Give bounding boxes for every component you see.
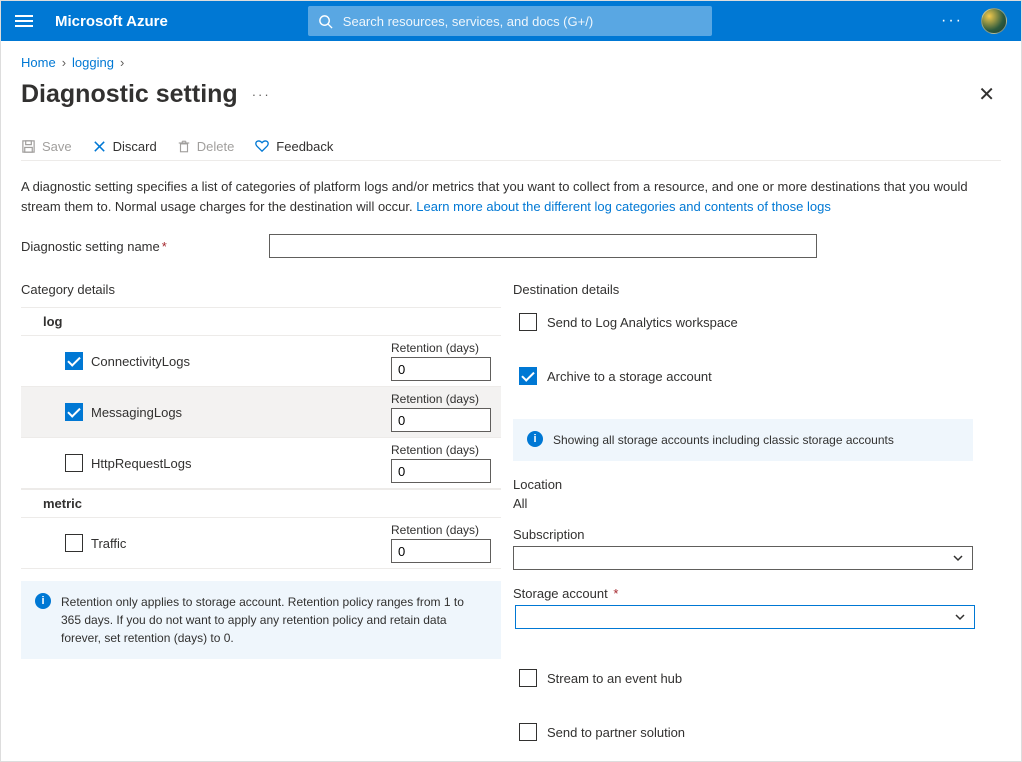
breadcrumb-logging[interactable]: logging xyxy=(72,55,114,70)
checkbox-messaging-logs[interactable] xyxy=(65,403,83,421)
log-row-httprequest: HttpRequestLogs Retention (days) xyxy=(21,438,501,489)
dest-log-analytics-label: Send to Log Analytics workspace xyxy=(547,315,738,330)
search-input[interactable] xyxy=(341,13,712,30)
retention-input-httprequest[interactable] xyxy=(391,459,491,483)
destination-details-heading: Destination details xyxy=(513,282,1001,297)
dest-partner-label: Send to partner solution xyxy=(547,725,685,740)
chevron-right-icon: › xyxy=(62,55,66,70)
checkbox-connectivity-logs[interactable] xyxy=(65,352,83,370)
storage-info-box: i Showing all storage accounts including… xyxy=(513,419,973,461)
checkbox-event-hub[interactable] xyxy=(519,669,537,687)
global-search[interactable] xyxy=(308,6,712,36)
retention-input-traffic[interactable] xyxy=(391,539,491,563)
close-button[interactable]: ✕ xyxy=(972,78,1001,111)
metric-subheading: metric xyxy=(21,489,501,518)
discard-icon xyxy=(92,139,107,154)
metric-row-traffic: Traffic Retention (days) xyxy=(21,518,501,569)
log-row-messaging: MessagingLogs Retention (days) xyxy=(21,387,501,438)
breadcrumb-home[interactable]: Home xyxy=(21,55,56,70)
brand-label: Microsoft Azure xyxy=(55,13,168,30)
log-label: MessagingLogs xyxy=(91,405,182,420)
checkbox-log-analytics[interactable] xyxy=(519,313,537,331)
chevron-down-icon xyxy=(954,611,966,623)
learn-more-link[interactable]: Learn more about the different log categ… xyxy=(416,199,831,214)
checkbox-archive-storage[interactable] xyxy=(519,367,537,385)
info-icon: i xyxy=(35,593,51,609)
delete-button[interactable]: Delete xyxy=(177,139,235,154)
checkbox-traffic-metric[interactable] xyxy=(65,534,83,552)
save-button[interactable]: Save xyxy=(21,139,72,154)
location-value: All xyxy=(513,496,1001,511)
storage-account-label: Storage account * xyxy=(513,586,1001,601)
retention-input-messaging[interactable] xyxy=(391,408,491,432)
description-text: A diagnostic setting specifies a list of… xyxy=(21,177,1001,216)
category-details-heading: Category details xyxy=(21,282,501,297)
checkbox-partner-solution[interactable] xyxy=(519,723,537,741)
retention-label: Retention (days) xyxy=(391,341,501,355)
storage-info-text: Showing all storage accounts including c… xyxy=(553,431,894,449)
nav-menu-button[interactable] xyxy=(15,15,33,27)
setting-name-input[interactable] xyxy=(269,234,817,258)
log-subheading: log xyxy=(21,307,501,336)
page-more-icon[interactable]: ··· xyxy=(252,87,271,102)
breadcrumb: Home › logging › xyxy=(21,55,1001,70)
storage-account-select[interactable] xyxy=(515,605,975,629)
save-icon xyxy=(21,139,36,154)
retention-info-text: Retention only applies to storage accoun… xyxy=(61,593,487,647)
chevron-down-icon xyxy=(952,552,964,564)
info-icon: i xyxy=(527,431,543,447)
subscription-select[interactable] xyxy=(513,546,973,570)
retention-label: Retention (days) xyxy=(391,523,501,537)
dest-storage-label: Archive to a storage account xyxy=(547,369,712,384)
discard-button[interactable]: Discard xyxy=(92,139,157,154)
location-label: Location xyxy=(513,477,1001,492)
dest-eventhub-label: Stream to an event hub xyxy=(547,671,682,686)
checkbox-httprequest-logs[interactable] xyxy=(65,454,83,472)
retention-label: Retention (days) xyxy=(391,443,501,457)
metric-label: Traffic xyxy=(91,536,126,551)
log-row-connectivity: ConnectivityLogs Retention (days) xyxy=(21,336,501,387)
subscription-label: Subscription xyxy=(513,527,1001,542)
setting-name-label: Diagnostic setting name* xyxy=(21,239,269,254)
delete-icon xyxy=(177,139,191,154)
more-commands-icon[interactable]: ··· xyxy=(941,12,963,30)
retention-label: Retention (days) xyxy=(391,392,501,406)
log-label: ConnectivityLogs xyxy=(91,354,190,369)
retention-input-connectivity[interactable] xyxy=(391,357,491,381)
chevron-right-icon: › xyxy=(120,55,124,70)
retention-info-box: i Retention only applies to storage acco… xyxy=(21,581,501,659)
log-label: HttpRequestLogs xyxy=(91,456,191,471)
heart-icon xyxy=(254,139,270,154)
feedback-button[interactable]: Feedback xyxy=(254,139,333,154)
user-avatar[interactable] xyxy=(981,8,1007,34)
page-title: Diagnostic setting xyxy=(21,80,238,109)
search-icon xyxy=(318,14,333,29)
